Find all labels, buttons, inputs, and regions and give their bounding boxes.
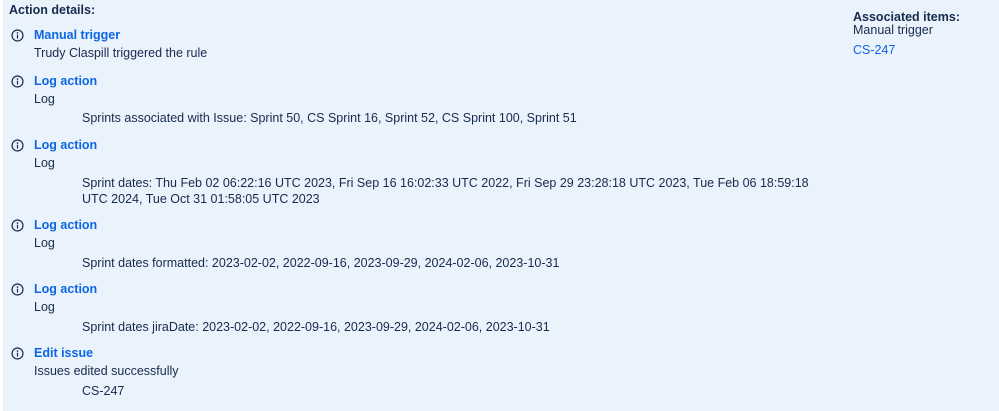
info-icon [11,29,24,42]
entry-detail: Sprints associated with Issue: Sprint 50… [82,111,577,125]
entry-subtitle: Log [34,300,55,314]
info-icon [11,219,24,232]
page-edge [0,0,3,411]
entry-title-link[interactable]: Log action [34,282,97,296]
entry-title-link[interactable]: Log action [34,218,97,232]
entry-title-link[interactable]: Manual trigger [34,28,120,42]
info-icon [11,75,24,88]
action-details-heading: Action details: [9,3,96,17]
entry-subtitle: Trudy Claspill triggered the rule [34,46,208,60]
associated-trigger-label: Manual trigger [853,23,933,37]
info-icon [11,139,24,152]
entry-detail: Sprint dates: Thu Feb 02 06:22:16 UTC 20… [82,176,809,206]
entry-detail: Sprint dates jiraDate: 2023-02-02, 2022-… [82,320,550,334]
entry-detail: Sprint dates formatted: 2023-02-02, 2022… [82,256,560,270]
entry-subtitle: Issues edited successfully [34,364,179,378]
entry-title-link[interactable]: Log action [34,138,97,152]
entry-subtitle: Log [34,236,55,250]
entry-subtitle: Log [34,156,55,170]
entry-subtitle: Log [34,92,55,106]
info-icon [11,283,24,296]
info-icon [11,347,24,360]
entry-title-link[interactable]: Edit issue [34,346,93,360]
entry-detail: CS-247 [82,384,125,398]
associated-items-heading: Associated items: [853,10,960,24]
associated-issue-link[interactable]: CS-247 [853,43,895,57]
entry-title-link[interactable]: Log action [34,74,97,88]
